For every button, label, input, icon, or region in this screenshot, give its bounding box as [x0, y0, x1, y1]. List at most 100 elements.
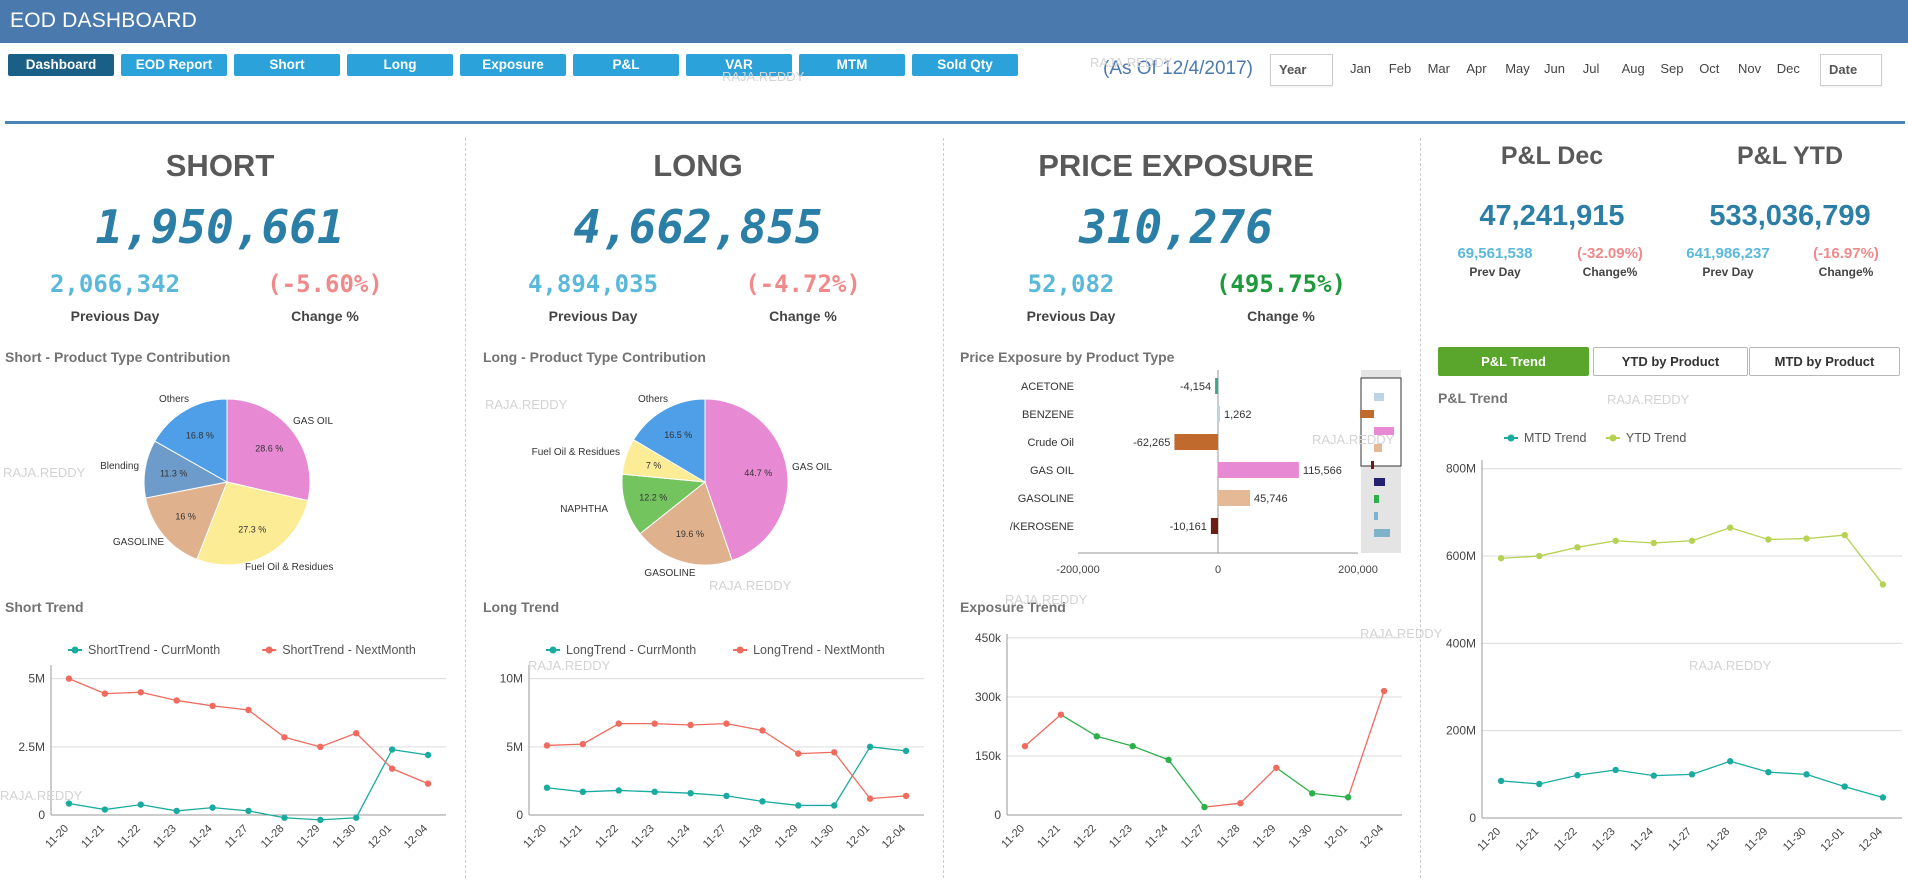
series-point	[1201, 803, 1208, 811]
tab-mtd-by-product[interactable]: MTD by Product	[1749, 347, 1900, 376]
pie-slice-value: 12.2 %	[639, 492, 667, 502]
nav-sold-qty-button[interactable]: Sold Qty	[912, 54, 1018, 76]
nav-short-button[interactable]: Short	[234, 54, 340, 76]
series-point	[1803, 771, 1810, 778]
series-point	[1344, 794, 1352, 801]
nav-mtm-button[interactable]: MTM	[799, 54, 905, 76]
x-tick-label: 11-28	[737, 823, 765, 851]
bar	[1174, 434, 1218, 450]
y-tick-label: 5M	[506, 740, 523, 754]
series-point	[831, 802, 838, 809]
series-point	[353, 729, 360, 737]
exposure-title: PRICE EXPOSURE	[1038, 148, 1314, 183]
month-apr[interactable]: Apr	[1466, 61, 1486, 76]
x-tick-label: 12-04	[402, 823, 430, 851]
x-tick-label: 11-23	[1107, 823, 1135, 851]
series-point	[1765, 768, 1772, 776]
x-tick-label: 12-01	[844, 823, 872, 851]
watermark-text: RAJA.REDDY	[1005, 592, 1088, 607]
y-tick-label: 2.5M	[18, 740, 45, 754]
nav-exposure-button[interactable]: Exposure	[460, 54, 566, 76]
month-may[interactable]: May	[1505, 61, 1530, 76]
short-change-label: Change %	[291, 308, 359, 324]
column-divider	[465, 138, 466, 878]
series-line	[1204, 802, 1241, 808]
month-aug[interactable]: Aug	[1622, 61, 1645, 76]
series-point	[579, 740, 587, 748]
x-tick-label: 11-24	[187, 823, 215, 851]
series-point	[543, 742, 551, 749]
bar-value-label: -4,154	[1180, 381, 1211, 393]
nav-eod-report-button[interactable]: EOD Report	[121, 54, 227, 76]
month-feb[interactable]: Feb	[1389, 61, 1411, 76]
pie-slice-value: 44.7 %	[744, 468, 772, 478]
header-divider	[5, 121, 1905, 124]
series-point	[317, 816, 324, 824]
legend-marker	[1609, 434, 1617, 442]
bar-scroll-mini	[1374, 393, 1384, 401]
pie-slice-value: 28.6 %	[255, 443, 283, 453]
x-tick-label: 12-04	[1358, 823, 1386, 851]
long-pie-chart[interactable]: 44.7 % GAS OIL 19.6 % GASOLINE 12.2 % NAPHTHA…	[520, 385, 860, 585]
series-line	[1312, 792, 1349, 798]
short-pie-chart[interactable]: 28.6 % GAS OIL 27.3 % Fuel Oil & Residues 16…	[80, 385, 380, 585]
month-jun[interactable]: Jun	[1544, 61, 1565, 76]
nav-long-button[interactable]: Long	[347, 54, 453, 76]
pie-slice-value: 16 %	[175, 512, 196, 522]
exposure-trend-chart[interactable]: 0 150k 300k 450k 11-20 11-21 11-22 11-23 11-24 11…	[956, 620, 1416, 883]
series-point	[866, 743, 874, 751]
month-jan[interactable]: Jan	[1350, 61, 1371, 76]
series-point	[1841, 783, 1848, 790]
series-point	[1536, 780, 1543, 788]
nav-dashboard-button[interactable]: Dashboard	[8, 54, 114, 76]
nav-p-l-button[interactable]: P&L	[573, 54, 679, 76]
series-line	[546, 722, 907, 800]
pl-ytd-change-value: (-16.97%)	[1813, 245, 1879, 262]
pie-slice-label: Blending	[100, 461, 139, 472]
tab-ytd-by-product[interactable]: YTD by Product	[1593, 347, 1748, 376]
bar	[1218, 462, 1299, 478]
y-tick-label: 200M	[1446, 724, 1476, 738]
month-mar[interactable]: Mar	[1428, 61, 1450, 76]
short-trend-chart[interactable]: 0 2.5M 5M 11-20 11-21 11-22 11-23 11-24 11-27 11-…	[0, 635, 460, 883]
legend-label: ShortTrend - NextMonth	[282, 643, 416, 657]
month-sep[interactable]: Sep	[1660, 61, 1683, 76]
exposure-change-value: (495.75%)	[1215, 270, 1347, 298]
watermark-text: RAJA.REDDY	[1360, 626, 1443, 641]
pl-trend-chart[interactable]: 0 200M 400M 600M 800M 11-20 11-21 11-22 11-23 11-…	[1432, 420, 1908, 883]
date-filter[interactable]: Date	[1820, 54, 1882, 86]
exposure-prev-label: Previous Day	[1026, 308, 1116, 324]
year-filter-label: Year	[1279, 62, 1307, 77]
series-point	[1726, 524, 1734, 531]
series-line	[1060, 714, 1098, 737]
x-tick-label: 12-04	[880, 823, 908, 851]
legend-label: YTD Trend	[1626, 431, 1686, 445]
month-oct[interactable]: Oct	[1699, 61, 1719, 76]
month-nov[interactable]: Nov	[1738, 61, 1761, 76]
x-tick-label: 11-27	[1666, 826, 1694, 854]
app-header: EOD DASHBOARD	[0, 0, 1908, 43]
y-tick-label: 0	[516, 808, 523, 822]
year-filter[interactable]: Year	[1270, 54, 1333, 86]
x-tick-label: 11-22	[1552, 826, 1580, 854]
app-title: EOD DASHBOARD	[10, 9, 197, 32]
y-tick-label: 10M	[500, 672, 523, 686]
series-point	[424, 780, 432, 787]
bar-scroll-mini	[1360, 410, 1374, 418]
exposure-bar-chart[interactable]: ACETONE -4,154 BENZENE 1,262 Crude Oil -62,26…	[1010, 365, 1430, 585]
series-point	[902, 792, 910, 800]
legend-label: ShortTrend - CurrMonth	[88, 643, 220, 657]
series-point	[795, 750, 802, 757]
x-tick-label: 11-21	[557, 823, 585, 851]
pl-dec-value: 47,241,915	[1479, 200, 1625, 232]
long-change-value: (-4.72%)	[745, 270, 861, 298]
series-point	[245, 807, 252, 815]
month-dec[interactable]: Dec	[1777, 61, 1800, 76]
x-tick-label: 11-20	[43, 823, 71, 851]
tab-p-l-trend[interactable]: P&L Trend	[1438, 347, 1589, 376]
x-tick-label: 11-21	[79, 823, 107, 851]
pie-slice-label: Others	[159, 394, 189, 405]
month-jul[interactable]: Jul	[1583, 61, 1600, 76]
x-tick-label: 11-24	[1143, 823, 1171, 851]
bar-category-label: Crude Oil	[1028, 437, 1074, 449]
